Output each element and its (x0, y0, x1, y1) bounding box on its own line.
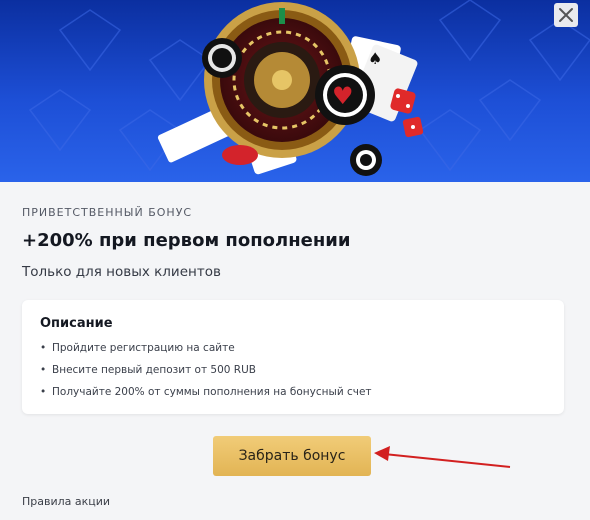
bonus-content: ПРИВЕТСТВЕННЫЙ БОНУС +200% при первом по… (0, 182, 590, 520)
svg-text:♠: ♠ (368, 49, 382, 68)
list-item: Пройдите регистрацию на сайте (40, 340, 372, 362)
bonus-title: +200% при первом пополнении (22, 230, 351, 251)
close-icon (559, 8, 573, 22)
bonus-eyebrow: ПРИВЕТСТВЕННЫЙ БОНУС (22, 206, 193, 219)
close-button[interactable] (554, 3, 578, 27)
list-item: Внесите первый депозит от 500 RUB (40, 362, 372, 384)
promo-banner: ♠ ♥ ♥ (0, 0, 590, 182)
claim-bonus-button[interactable]: Забрать бонус (213, 436, 371, 476)
description-list: Пройдите регистрацию на сайте Внесите пе… (40, 340, 372, 406)
casino-illustration: ♠ ♥ ♥ (28, 0, 590, 176)
bonus-subtitle: Только для новых клиентов (22, 264, 221, 280)
rules-link[interactable]: Правила акции (22, 495, 110, 508)
list-item: Получайте 200% от суммы пополнения на бо… (40, 384, 372, 406)
annotation-arrow-icon (374, 446, 511, 468)
description-title: Описание (40, 316, 113, 331)
description-card: Описание Пройдите регистрацию на сайте В… (22, 300, 564, 414)
svg-text:♥: ♥ (332, 82, 354, 110)
